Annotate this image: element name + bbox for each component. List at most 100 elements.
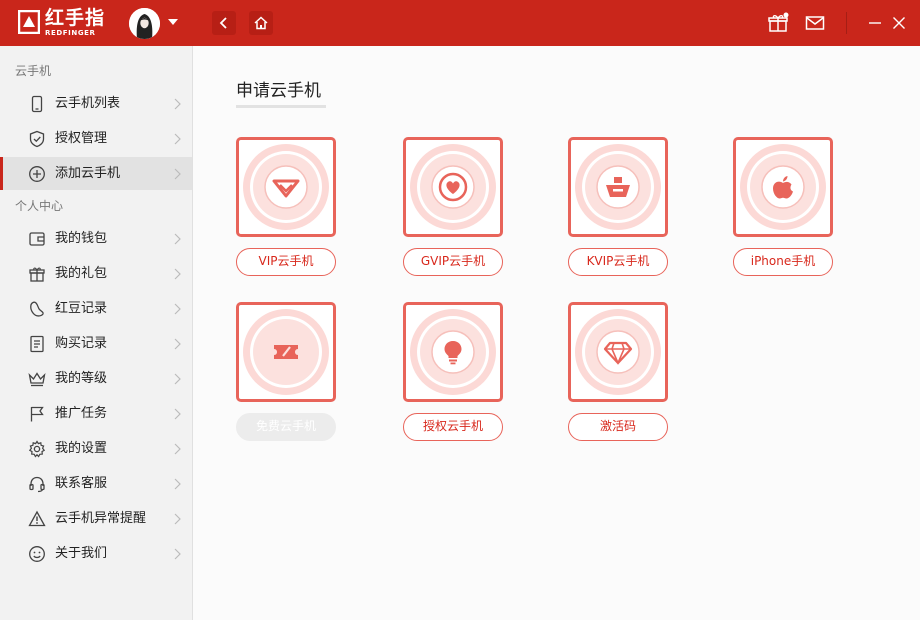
iphone-card[interactable] — [733, 137, 833, 237]
sidebar-item-label: 关于我们 — [55, 546, 108, 561]
sidebar-item-label: 推广任务 — [55, 406, 108, 421]
sidebar-item-add-cloud-phone[interactable]: 添加云手机 — [0, 157, 192, 190]
sidebar-item-label: 授权管理 — [55, 131, 108, 146]
vip-phone-card[interactable] — [236, 137, 336, 237]
warning-icon — [28, 510, 46, 527]
add-circle-icon — [29, 166, 45, 182]
sidebar-item-label: 云手机列表 — [55, 96, 121, 111]
vip-phone-button[interactable]: VIP云手机 — [236, 248, 336, 276]
sidebar-item-level[interactable]: 我的等级 — [0, 362, 192, 395]
chevron-right-icon — [174, 98, 181, 110]
sidebar-item-gift[interactable]: 我的礼包 — [0, 257, 192, 290]
sidebar-item-wallet[interactable]: 我的钱包 — [0, 222, 192, 255]
gift-icon — [768, 12, 789, 32]
chevron-right-icon — [174, 443, 181, 455]
vip-diamond-icon — [243, 144, 329, 230]
main-content: 申请云手机 VIP云手机 GVIP云手机 KVIP云手机 iPhone手机 免费… — [193, 46, 920, 620]
bean-icon — [30, 301, 44, 317]
close-button[interactable] — [888, 12, 910, 34]
title-underline — [236, 105, 326, 108]
toolbar-divider — [846, 12, 847, 34]
title-bar: 红手指 REDFINGER — [0, 0, 920, 46]
gem-icon — [575, 309, 661, 395]
chevron-right-icon — [174, 513, 181, 525]
avatar[interactable] — [129, 8, 160, 39]
activation-code-card[interactable] — [568, 302, 668, 402]
chevron-left-icon — [219, 17, 227, 29]
chevron-right-icon — [174, 268, 181, 280]
sidebar-section-personal-center: 个人中心 — [15, 199, 64, 213]
logo-subtext: REDFINGER — [45, 29, 96, 37]
iphone-button[interactable]: iPhone手机 — [733, 248, 833, 276]
wallet-icon — [29, 232, 45, 246]
sidebar-item-label: 我的礼包 — [55, 266, 108, 281]
sidebar-item-label: 添加云手机 — [55, 166, 121, 181]
sidebar-item-settings[interactable]: 我的设置 — [0, 432, 192, 465]
chevron-right-icon — [174, 303, 181, 315]
chevron-right-icon — [174, 478, 181, 490]
bulb-icon — [410, 309, 496, 395]
free-phone-button: 免费云手机 — [236, 413, 336, 441]
close-icon — [893, 17, 905, 29]
sidebar-item-label: 联系客服 — [55, 476, 108, 491]
sidebar-item-label: 云手机异常提醒 — [55, 511, 147, 526]
chevron-right-icon — [174, 408, 181, 420]
receipt-icon — [30, 335, 44, 353]
kvip-phone-card[interactable] — [568, 137, 668, 237]
sidebar-item-customer-service[interactable]: 联系客服 — [0, 467, 192, 500]
sidebar-item-label: 红豆记录 — [55, 301, 108, 316]
ticket-icon — [243, 309, 329, 395]
avatar-image-icon — [129, 8, 160, 39]
page-title: 申请云手机 — [236, 81, 321, 101]
crown-basket-icon — [575, 144, 661, 230]
sidebar-item-cloud-phone-list[interactable]: 云手机列表 — [0, 87, 192, 120]
sidebar-item-about[interactable]: 关于我们 — [0, 537, 192, 570]
free-phone-card[interactable] — [236, 302, 336, 402]
sidebar-section-cloud-phone: 云手机 — [15, 64, 52, 78]
shield-icon — [29, 130, 45, 148]
chevron-down-icon[interactable] — [168, 19, 178, 25]
minimize-button[interactable] — [864, 12, 886, 34]
sidebar-item-bean-records[interactable]: 红豆记录 — [0, 292, 192, 325]
authorized-phone-card[interactable] — [403, 302, 503, 402]
gift-icon — [29, 267, 45, 282]
heart-icon — [410, 144, 496, 230]
mail-icon — [805, 16, 825, 30]
back-button[interactable] — [212, 11, 236, 35]
chevron-right-icon — [174, 133, 181, 145]
logo-mark-icon — [18, 10, 40, 34]
gift-button[interactable] — [767, 12, 789, 34]
home-button[interactable] — [249, 11, 273, 35]
sidebar-item-label: 我的设置 — [55, 441, 108, 456]
sidebar-item-label: 我的等级 — [55, 371, 108, 386]
sidebar-item-exception-alert[interactable]: 云手机异常提醒 — [0, 502, 192, 535]
chevron-right-icon — [174, 233, 181, 245]
headset-icon — [29, 476, 45, 493]
crown-icon — [28, 372, 46, 387]
sidebar-item-label: 购买记录 — [55, 336, 108, 351]
app-logo: 红手指 REDFINGER — [18, 7, 108, 39]
gvip-phone-button[interactable]: GVIP云手机 — [403, 248, 503, 276]
chevron-right-icon — [174, 338, 181, 350]
smile-icon — [29, 546, 45, 562]
apple-icon — [740, 144, 826, 230]
minimize-icon — [869, 22, 881, 24]
gvip-phone-card[interactable] — [403, 137, 503, 237]
kvip-phone-button[interactable]: KVIP云手机 — [568, 248, 668, 276]
message-button[interactable] — [804, 12, 826, 34]
flag-icon — [30, 406, 44, 422]
sidebar-item-authorization[interactable]: 授权管理 — [0, 122, 192, 155]
home-icon — [254, 16, 268, 30]
activation-code-button[interactable]: 激活码 — [568, 413, 668, 441]
sidebar: 云手机 云手机列表 授权管理 添加云手机 个人中心 我的钱包 我的礼包 红豆记录… — [0, 46, 193, 620]
logo-text: 红手指 — [45, 7, 106, 29]
gear-icon — [28, 440, 46, 458]
sidebar-item-promotion-tasks[interactable]: 推广任务 — [0, 397, 192, 430]
sidebar-item-purchase-records[interactable]: 购买记录 — [0, 327, 192, 360]
authorized-phone-button[interactable]: 授权云手机 — [403, 413, 503, 441]
chevron-right-icon — [174, 548, 181, 560]
chevron-right-icon — [174, 373, 181, 385]
phone-icon — [31, 95, 43, 113]
sidebar-item-label: 我的钱包 — [55, 231, 108, 246]
chevron-right-icon — [174, 168, 181, 180]
